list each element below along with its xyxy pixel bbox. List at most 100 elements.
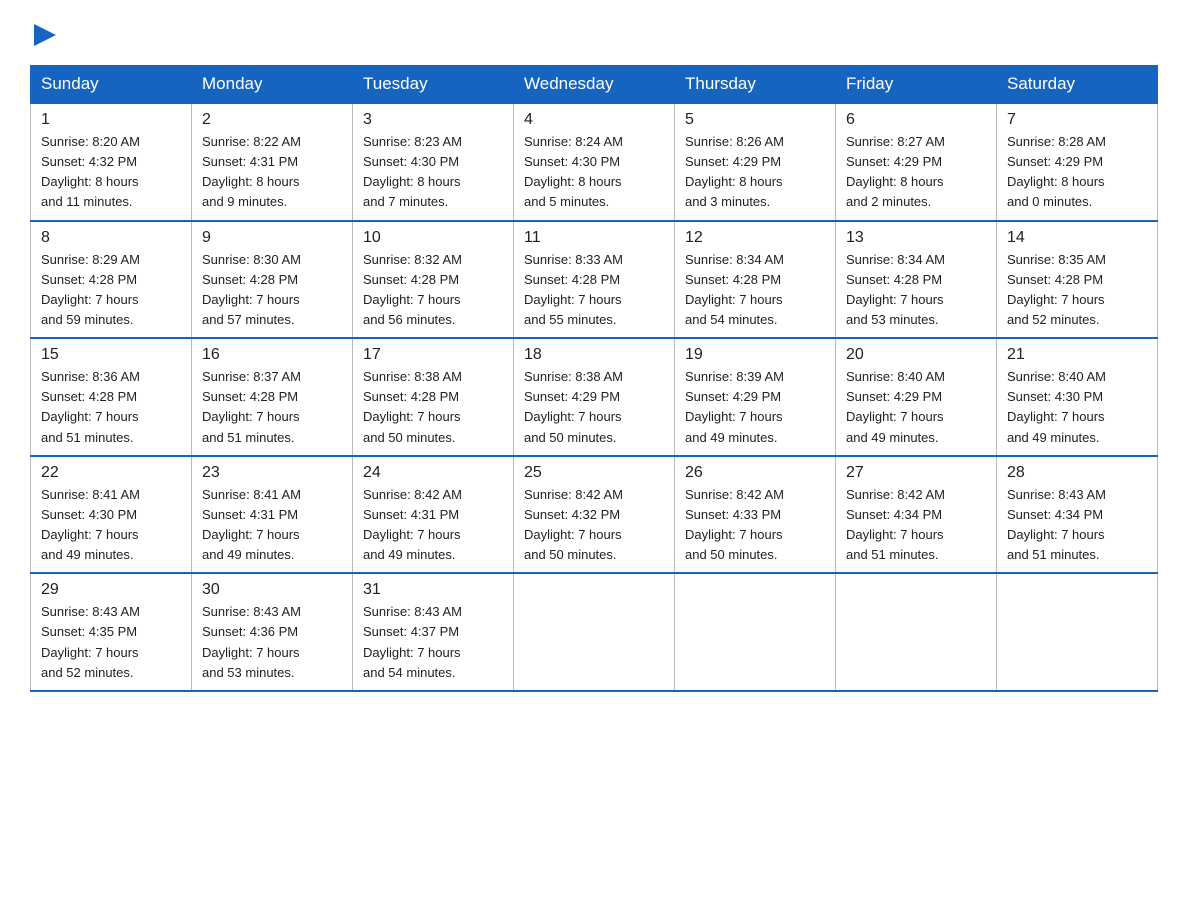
daylight-text2: and 11 minutes. bbox=[41, 194, 133, 209]
day-number: 13 bbox=[846, 229, 986, 247]
calendar-cell: 1 Sunrise: 8:20 AM Sunset: 4:32 PM Dayli… bbox=[31, 103, 192, 221]
day-of-week-tuesday: Tuesday bbox=[353, 66, 514, 104]
sunset-text: Sunset: 4:29 PM bbox=[685, 389, 781, 404]
sunrise-text: Sunrise: 8:37 AM bbox=[202, 369, 301, 384]
calendar-cell: 28 Sunrise: 8:43 AM Sunset: 4:34 PM Dayl… bbox=[997, 456, 1158, 574]
daylight-text: Daylight: 7 hours bbox=[363, 409, 461, 424]
day-number: 21 bbox=[1007, 346, 1147, 364]
logo-arrow-icon bbox=[34, 24, 56, 51]
daylight-text: Daylight: 7 hours bbox=[685, 527, 783, 542]
sunset-text: Sunset: 4:28 PM bbox=[846, 272, 942, 287]
sunset-text: Sunset: 4:30 PM bbox=[363, 154, 459, 169]
sunset-text: Sunset: 4:28 PM bbox=[202, 272, 298, 287]
calendar-cell: 10 Sunrise: 8:32 AM Sunset: 4:28 PM Dayl… bbox=[353, 221, 514, 339]
day-number: 3 bbox=[363, 111, 503, 129]
day-info: Sunrise: 8:41 AM Sunset: 4:31 PM Dayligh… bbox=[202, 485, 342, 566]
calendar-cell: 27 Sunrise: 8:42 AM Sunset: 4:34 PM Dayl… bbox=[836, 456, 997, 574]
calendar-cell: 8 Sunrise: 8:29 AM Sunset: 4:28 PM Dayli… bbox=[31, 221, 192, 339]
calendar-cell: 23 Sunrise: 8:41 AM Sunset: 4:31 PM Dayl… bbox=[192, 456, 353, 574]
day-number: 16 bbox=[202, 346, 342, 364]
calendar-cell: 9 Sunrise: 8:30 AM Sunset: 4:28 PM Dayli… bbox=[192, 221, 353, 339]
sunset-text: Sunset: 4:29 PM bbox=[846, 154, 942, 169]
day-number: 9 bbox=[202, 229, 342, 247]
day-info: Sunrise: 8:40 AM Sunset: 4:30 PM Dayligh… bbox=[1007, 367, 1147, 448]
daylight-text2: and 49 minutes. bbox=[363, 547, 456, 562]
daylight-text2: and 2 minutes. bbox=[846, 194, 931, 209]
day-info: Sunrise: 8:34 AM Sunset: 4:28 PM Dayligh… bbox=[846, 250, 986, 331]
day-of-week-saturday: Saturday bbox=[997, 66, 1158, 104]
calendar-cell: 4 Sunrise: 8:24 AM Sunset: 4:30 PM Dayli… bbox=[514, 103, 675, 221]
sunrise-text: Sunrise: 8:24 AM bbox=[524, 134, 623, 149]
sunrise-text: Sunrise: 8:42 AM bbox=[846, 487, 945, 502]
daylight-text: Daylight: 7 hours bbox=[202, 409, 300, 424]
daylight-text2: and 50 minutes. bbox=[363, 430, 456, 445]
calendar-cell: 7 Sunrise: 8:28 AM Sunset: 4:29 PM Dayli… bbox=[997, 103, 1158, 221]
day-number: 10 bbox=[363, 229, 503, 247]
daylight-text2: and 51 minutes. bbox=[846, 547, 939, 562]
calendar-cell: 19 Sunrise: 8:39 AM Sunset: 4:29 PM Dayl… bbox=[675, 338, 836, 456]
daylight-text: Daylight: 8 hours bbox=[524, 174, 622, 189]
day-info: Sunrise: 8:42 AM Sunset: 4:31 PM Dayligh… bbox=[363, 485, 503, 566]
daylight-text2: and 49 minutes. bbox=[846, 430, 939, 445]
sunrise-text: Sunrise: 8:38 AM bbox=[363, 369, 462, 384]
day-info: Sunrise: 8:30 AM Sunset: 4:28 PM Dayligh… bbox=[202, 250, 342, 331]
day-number: 26 bbox=[685, 464, 825, 482]
sunrise-text: Sunrise: 8:43 AM bbox=[41, 604, 140, 619]
day-info: Sunrise: 8:35 AM Sunset: 4:28 PM Dayligh… bbox=[1007, 250, 1147, 331]
sunset-text: Sunset: 4:33 PM bbox=[685, 507, 781, 522]
sunrise-text: Sunrise: 8:30 AM bbox=[202, 252, 301, 267]
day-of-week-monday: Monday bbox=[192, 66, 353, 104]
sunrise-text: Sunrise: 8:32 AM bbox=[363, 252, 462, 267]
sunrise-text: Sunrise: 8:40 AM bbox=[846, 369, 945, 384]
sunrise-text: Sunrise: 8:42 AM bbox=[524, 487, 623, 502]
sunset-text: Sunset: 4:31 PM bbox=[363, 507, 459, 522]
calendar-cell: 16 Sunrise: 8:37 AM Sunset: 4:28 PM Dayl… bbox=[192, 338, 353, 456]
day-number: 24 bbox=[363, 464, 503, 482]
day-info: Sunrise: 8:40 AM Sunset: 4:29 PM Dayligh… bbox=[846, 367, 986, 448]
daylight-text2: and 9 minutes. bbox=[202, 194, 287, 209]
daylight-text2: and 54 minutes. bbox=[685, 312, 778, 327]
daylight-text: Daylight: 7 hours bbox=[846, 409, 944, 424]
day-number: 28 bbox=[1007, 464, 1147, 482]
sunset-text: Sunset: 4:30 PM bbox=[524, 154, 620, 169]
sunset-text: Sunset: 4:29 PM bbox=[685, 154, 781, 169]
daylight-text2: and 56 minutes. bbox=[363, 312, 456, 327]
sunset-text: Sunset: 4:28 PM bbox=[685, 272, 781, 287]
daylight-text: Daylight: 7 hours bbox=[363, 292, 461, 307]
calendar-cell: 30 Sunrise: 8:43 AM Sunset: 4:36 PM Dayl… bbox=[192, 573, 353, 691]
day-number: 4 bbox=[524, 111, 664, 129]
daylight-text: Daylight: 7 hours bbox=[1007, 527, 1105, 542]
sunset-text: Sunset: 4:28 PM bbox=[1007, 272, 1103, 287]
day-number: 17 bbox=[363, 346, 503, 364]
sunrise-text: Sunrise: 8:20 AM bbox=[41, 134, 140, 149]
sunrise-text: Sunrise: 8:39 AM bbox=[685, 369, 784, 384]
calendar-cell: 15 Sunrise: 8:36 AM Sunset: 4:28 PM Dayl… bbox=[31, 338, 192, 456]
day-info: Sunrise: 8:43 AM Sunset: 4:37 PM Dayligh… bbox=[363, 602, 503, 683]
page-header bbox=[30, 20, 1158, 51]
sunset-text: Sunset: 4:28 PM bbox=[41, 272, 137, 287]
calendar-week-row: 22 Sunrise: 8:41 AM Sunset: 4:30 PM Dayl… bbox=[31, 456, 1158, 574]
daylight-text: Daylight: 7 hours bbox=[846, 292, 944, 307]
sunset-text: Sunset: 4:28 PM bbox=[41, 389, 137, 404]
sunrise-text: Sunrise: 8:42 AM bbox=[685, 487, 784, 502]
daylight-text2: and 50 minutes. bbox=[685, 547, 778, 562]
day-number: 8 bbox=[41, 229, 181, 247]
daylight-text: Daylight: 8 hours bbox=[202, 174, 300, 189]
logo bbox=[30, 20, 56, 51]
daylight-text: Daylight: 8 hours bbox=[41, 174, 139, 189]
day-number: 5 bbox=[685, 111, 825, 129]
calendar-cell bbox=[997, 573, 1158, 691]
daylight-text: Daylight: 7 hours bbox=[524, 292, 622, 307]
day-number: 14 bbox=[1007, 229, 1147, 247]
sunrise-text: Sunrise: 8:41 AM bbox=[202, 487, 301, 502]
calendar-cell: 3 Sunrise: 8:23 AM Sunset: 4:30 PM Dayli… bbox=[353, 103, 514, 221]
sunset-text: Sunset: 4:35 PM bbox=[41, 624, 137, 639]
daylight-text2: and 53 minutes. bbox=[846, 312, 939, 327]
sunrise-text: Sunrise: 8:43 AM bbox=[363, 604, 462, 619]
daylight-text2: and 59 minutes. bbox=[41, 312, 134, 327]
daylight-text: Daylight: 7 hours bbox=[685, 292, 783, 307]
sunset-text: Sunset: 4:28 PM bbox=[524, 272, 620, 287]
calendar-cell: 12 Sunrise: 8:34 AM Sunset: 4:28 PM Dayl… bbox=[675, 221, 836, 339]
sunset-text: Sunset: 4:30 PM bbox=[41, 507, 137, 522]
calendar-cell: 20 Sunrise: 8:40 AM Sunset: 4:29 PM Dayl… bbox=[836, 338, 997, 456]
